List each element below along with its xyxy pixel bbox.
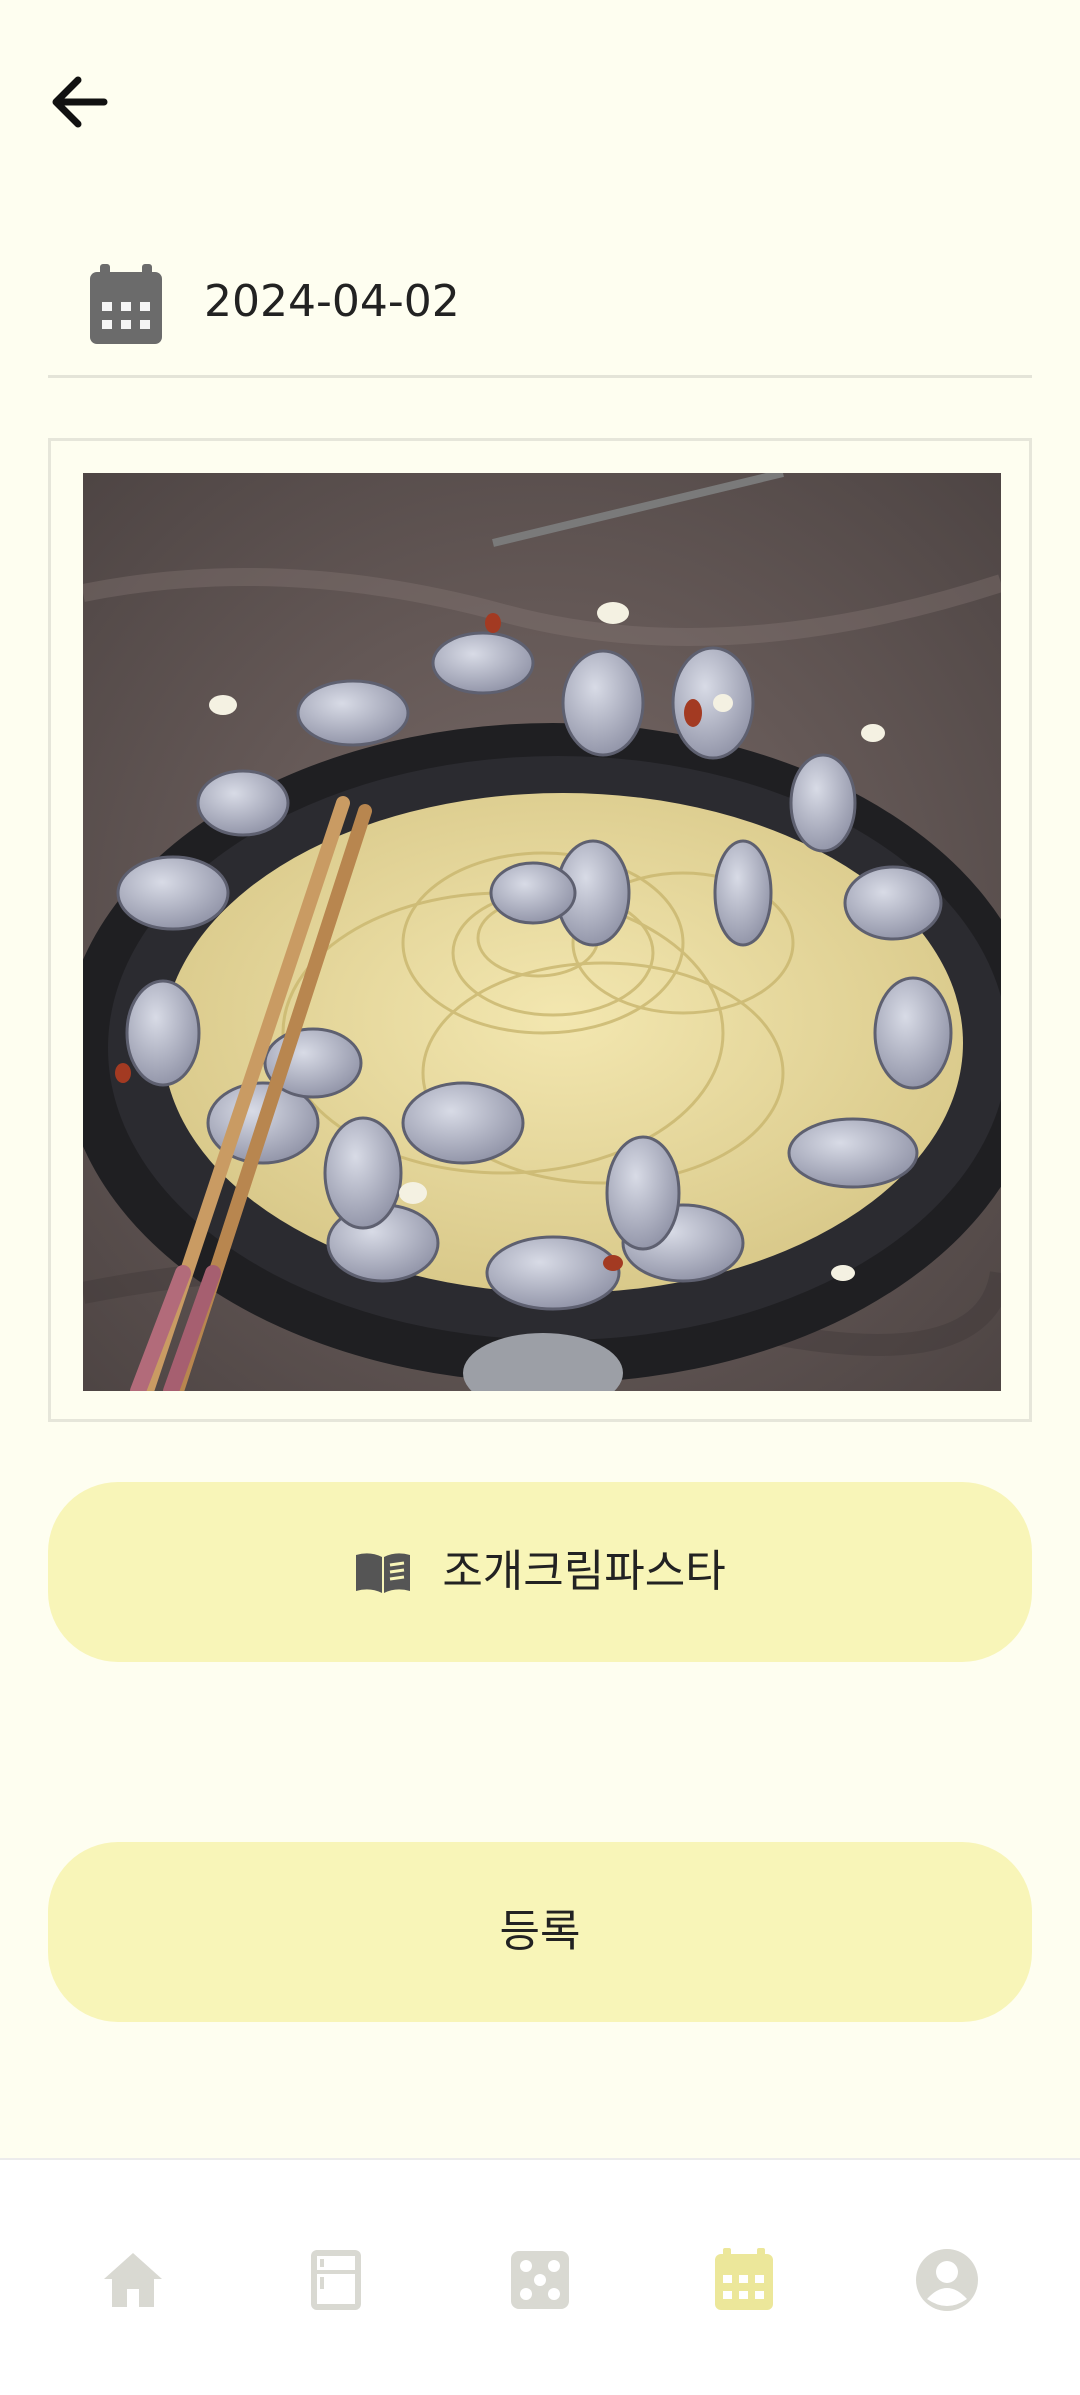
recipe-name: 조개크림파스타 — [442, 1546, 726, 1597]
nav-fridge[interactable] — [300, 2244, 372, 2316]
back-button[interactable] — [40, 62, 120, 142]
arrow-left-icon — [52, 76, 108, 128]
register-button[interactable]: 등록 — [48, 1842, 1032, 2022]
nav-home[interactable] — [97, 2244, 169, 2316]
pasta-image — [83, 473, 1001, 1391]
nav-calendar[interactable] — [708, 2244, 780, 2316]
nav-profile[interactable] — [911, 2244, 983, 2316]
calendar-icon — [90, 264, 162, 344]
date-field[interactable]: 2024-04-02 — [48, 240, 1032, 378]
calendar-icon — [715, 2248, 773, 2310]
bottom-navigation — [0, 2158, 1080, 2395]
food-photo[interactable] — [83, 473, 1001, 1391]
home-icon — [104, 2253, 162, 2307]
recipe-select-button[interactable]: 조개크림파스타 — [48, 1482, 1032, 1662]
photo-frame[interactable] — [48, 438, 1032, 1422]
date-value: 2024-04-02 — [204, 276, 460, 327]
nav-random[interactable] — [504, 2244, 576, 2316]
user-icon — [916, 2249, 978, 2311]
register-label: 등록 — [499, 1906, 581, 1957]
fridge-icon — [311, 2250, 361, 2310]
dice-icon — [511, 2251, 569, 2309]
book-icon — [356, 1553, 411, 1593]
diary-entry-screen: 2024-04-02 조개크림파스타 등록 — [0, 0, 1080, 2395]
